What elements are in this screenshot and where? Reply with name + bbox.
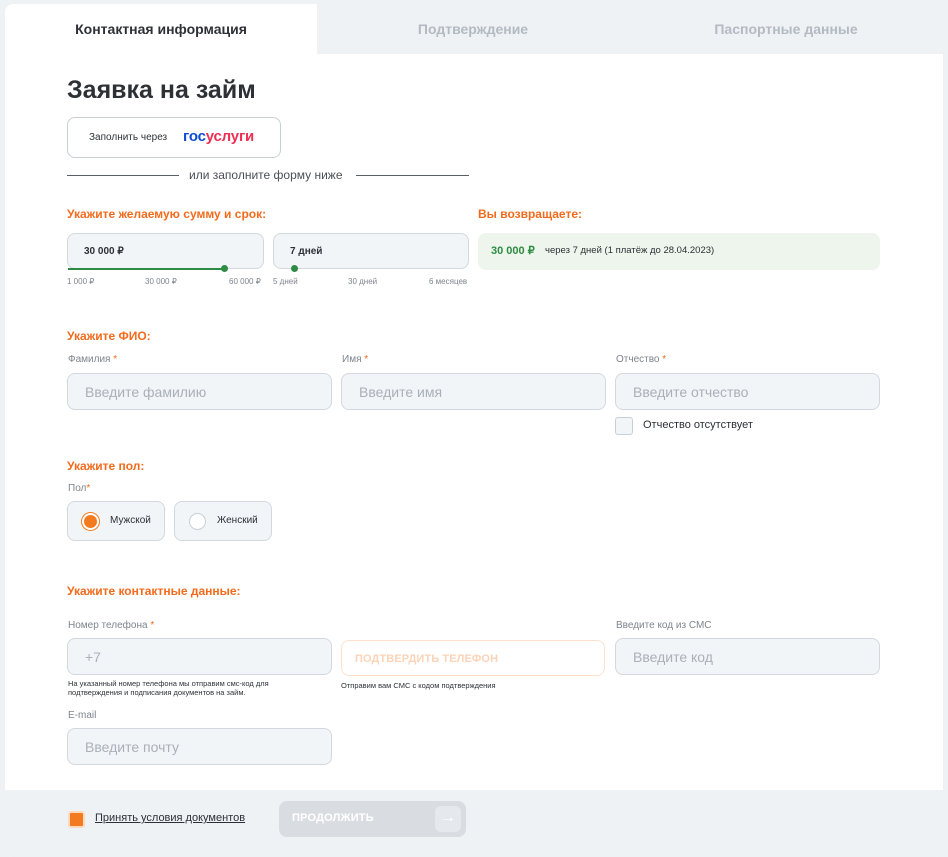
arrow-right-icon: →	[435, 806, 461, 832]
amount-slider[interactable]: 30 000 ₽	[67, 233, 264, 269]
term-slider-handle[interactable]	[291, 265, 298, 272]
amount-mid-label: 30 000 ₽	[145, 277, 177, 286]
gosuslugi-logo: госуслуги	[183, 128, 255, 145]
first-name-field[interactable]: Введите имя	[341, 373, 606, 410]
amount-max-label: 60 000 ₽	[229, 277, 261, 286]
gender-male-option[interactable]: Мужской	[67, 501, 165, 541]
accept-terms-link[interactable]: Принять условия документов	[95, 812, 245, 824]
gender-female-label: Женский	[217, 515, 258, 526]
repay-details: через 7 дней (1 платёж до 28.04.2023)	[545, 245, 715, 256]
confirm-phone-hint: Отправим вам СМС с кодом подтверждения	[341, 681, 496, 690]
divider-left	[67, 175, 179, 176]
no-middle-name-label: Отчество отсутствует	[643, 419, 753, 431]
application-card: Контактная информация Подтверждение Пасп…	[5, 4, 943, 857]
phone-field[interactable]: +7	[67, 638, 332, 675]
continue-button[interactable]: ПРОДОЛЖИТЬ →	[279, 801, 466, 837]
amount-slider-handle[interactable]	[221, 265, 228, 272]
repay-heading: Вы возвращаете:	[478, 207, 582, 221]
page-title: Заявка на займ	[67, 76, 256, 104]
amount-value: 30 000 ₽	[84, 246, 124, 257]
gosuslugi-button[interactable]: Заполнить через госуслуги	[67, 117, 281, 158]
tab-contact-info[interactable]: Контактная информация	[5, 4, 317, 54]
divider-right	[356, 175, 469, 176]
term-min-label: 5 дней	[273, 277, 298, 286]
fio-heading: Укажите ФИО:	[67, 329, 151, 343]
gender-label: Пол*	[68, 483, 91, 494]
phone-placeholder: +7	[85, 648, 101, 665]
divider-text: или заполните форму ниже	[189, 168, 343, 182]
sms-code-placeholder: Введите код	[633, 648, 713, 665]
tab-bar: Контактная информация Подтверждение Пасп…	[5, 4, 943, 54]
contacts-heading: Укажите контактные данные:	[67, 584, 241, 598]
amount-slider-fill	[68, 268, 224, 270]
form-footer: Принять условия документов ПРОДОЛЖИТЬ →	[5, 790, 943, 857]
gender-heading: Укажите пол:	[67, 459, 145, 473]
radio-selected-icon	[82, 513, 99, 530]
last-name-placeholder: Введите фамилию	[85, 383, 207, 400]
amount-min-label: 1 000 ₽	[67, 277, 95, 286]
phone-label: Номер телефона *	[68, 620, 155, 631]
gosuslugi-prefix: Заполнить через	[89, 132, 168, 143]
sms-code-label: Введите код из СМС	[616, 620, 712, 631]
gender-male-label: Мужской	[110, 515, 151, 526]
middle-name-field[interactable]: Введите отчество	[615, 373, 880, 410]
first-name-label: Имя *	[342, 354, 369, 365]
middle-name-label: Отчество *	[616, 354, 667, 365]
sms-code-field[interactable]: Введите код	[615, 638, 880, 675]
loan-heading: Укажите желаемую сумму и срок:	[67, 207, 267, 221]
term-mid-label: 30 дней	[348, 277, 378, 286]
phone-hint: На указанный номер телефона мы отправим …	[68, 679, 269, 697]
middle-name-placeholder: Введите отчество	[633, 383, 749, 400]
email-label: E-mail	[68, 710, 97, 721]
no-middle-name-checkbox[interactable]	[615, 417, 633, 435]
tab-confirmation[interactable]: Подтверждение	[317, 4, 629, 54]
term-max-label: 6 месяцев	[429, 277, 468, 286]
last-name-field[interactable]: Введите фамилию	[67, 373, 332, 410]
tab-passport-data[interactable]: Паспортные данные	[629, 4, 943, 54]
repay-amount: 30 000 ₽	[491, 245, 535, 257]
radio-unselected-icon	[189, 513, 206, 530]
email-field[interactable]: Введите почту	[67, 728, 332, 765]
gender-female-option[interactable]: Женский	[174, 501, 272, 541]
repay-summary: 30 000 ₽ через 7 дней (1 платёж до 28.04…	[478, 233, 880, 270]
email-placeholder: Введите почту	[85, 738, 179, 755]
accept-terms-checkbox[interactable]	[68, 811, 85, 828]
continue-label: ПРОДОЛЖИТЬ	[292, 812, 374, 824]
first-name-placeholder: Введите имя	[359, 383, 443, 400]
term-value: 7 дней	[290, 246, 323, 257]
last-name-label: Фамилия *	[68, 354, 118, 365]
confirm-phone-button[interactable]: ПОДТВЕРДИТЬ ТЕЛЕФОН	[341, 640, 605, 676]
term-slider[interactable]: 7 дней	[273, 233, 469, 269]
